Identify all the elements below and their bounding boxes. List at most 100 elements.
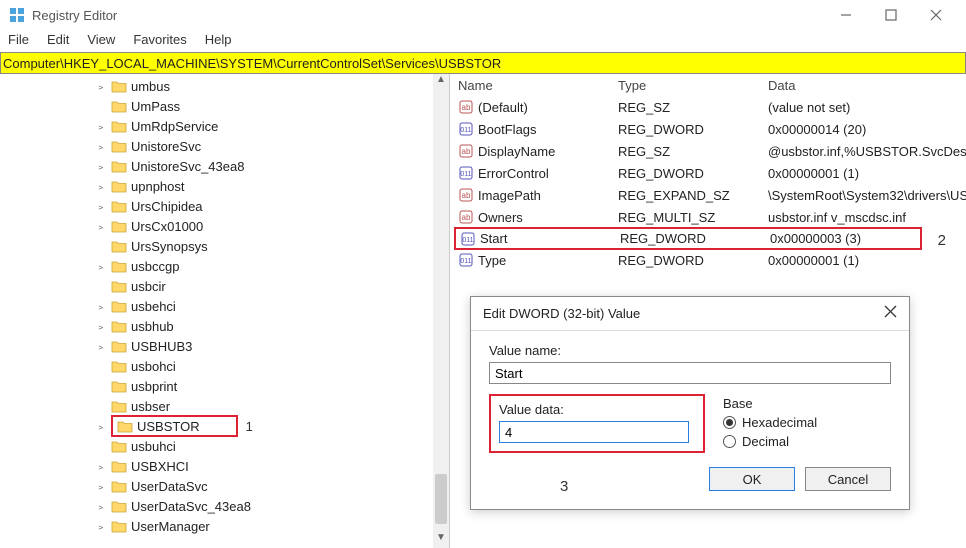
- menu-favorites[interactable]: Favorites: [129, 30, 190, 52]
- tree-item[interactable]: usbcir: [0, 276, 449, 296]
- radio-selected-icon: [723, 416, 736, 429]
- tree-item[interactable]: usbuhci: [0, 436, 449, 456]
- tree-item[interactable]: ﹥USBXHCI: [0, 456, 449, 476]
- tree-item[interactable]: ﹥usbhub: [0, 316, 449, 336]
- value-name-label: Value name:: [489, 343, 891, 358]
- folder-icon: [111, 179, 127, 193]
- expand-icon[interactable]: ﹥: [95, 158, 107, 174]
- tree-item[interactable]: UmPass: [0, 96, 449, 116]
- tree-item[interactable]: ﹥ UserDataSvc_43ea8: [0, 496, 449, 516]
- tree-item[interactable]: usbohci: [0, 356, 449, 376]
- tree-item[interactable]: ﹥upnphost: [0, 176, 449, 196]
- radio-dec[interactable]: Decimal: [723, 434, 891, 449]
- tree-item-label: UrsChipidea: [131, 199, 203, 214]
- expand-icon[interactable]: ﹥: [95, 78, 107, 94]
- folder-icon: [111, 119, 127, 133]
- col-type[interactable]: Type: [618, 78, 768, 93]
- tree-item[interactable]: ﹥USBSTOR1: [0, 416, 449, 436]
- expand-icon[interactable]: ﹥: [95, 118, 107, 134]
- value-data-input[interactable]: [499, 421, 689, 443]
- scroll-thumb[interactable]: [435, 474, 447, 524]
- value-row[interactable]: 011StartREG_DWORD0x00000003 (3): [454, 227, 922, 250]
- expand-icon[interactable]: ﹥: [95, 418, 107, 434]
- value-type: REG_DWORD: [618, 166, 768, 181]
- expand-icon[interactable]: ﹥: [95, 518, 107, 534]
- value-data: usbstor.inf v_mscdsc.inf: [768, 210, 966, 225]
- tree-item[interactable]: UrsSynopsys: [0, 236, 449, 256]
- value-row[interactable]: abDisplayNameREG_SZ@usbstor.inf,%USBSTOR…: [450, 140, 966, 162]
- address-bar[interactable]: Computer\HKEY_LOCAL_MACHINE\SYSTEM\Curre…: [0, 52, 966, 74]
- scroll-up-icon[interactable]: ▲: [433, 74, 449, 90]
- tree-scrollbar[interactable]: ▲ ▼: [433, 74, 449, 548]
- address-text: Computer\HKEY_LOCAL_MACHINE\SYSTEM\Curre…: [3, 56, 501, 71]
- minimize-button[interactable]: [823, 0, 868, 30]
- tree-item[interactable]: usbser: [0, 396, 449, 416]
- value-name-input[interactable]: [489, 362, 891, 384]
- svg-text:ab: ab: [462, 213, 471, 222]
- folder-icon: [111, 379, 127, 393]
- tree-item-label: UmRdpService: [131, 119, 218, 134]
- string-icon: ab: [458, 100, 474, 114]
- tree-item[interactable]: ﹥UrsCx01000: [0, 216, 449, 236]
- expand-icon[interactable]: ﹥: [95, 178, 107, 194]
- expand-icon[interactable]: ﹥: [95, 138, 107, 154]
- folder-icon: [111, 459, 127, 473]
- value-row[interactable]: abImagePathREG_EXPAND_SZ\SystemRoot\Syst…: [450, 184, 966, 206]
- value-type: REG_DWORD: [618, 253, 768, 268]
- cancel-button[interactable]: Cancel: [805, 467, 891, 491]
- tree-item-label: usbohci: [131, 359, 176, 374]
- scroll-down-icon[interactable]: ▼: [433, 532, 449, 548]
- values-header[interactable]: Name Type Data: [450, 74, 966, 96]
- expand-icon[interactable]: ﹥: [95, 498, 107, 514]
- dialog-close-button[interactable]: [884, 305, 897, 323]
- tree-item[interactable]: ﹥UnistoreSvc_43ea8: [0, 156, 449, 176]
- value-name: Start: [480, 231, 620, 246]
- menu-edit[interactable]: Edit: [43, 30, 73, 52]
- tree-item-label: UserDataSvc_43ea8: [131, 499, 251, 514]
- expand-icon[interactable]: ﹥: [95, 258, 107, 274]
- maximize-button[interactable]: [868, 0, 913, 30]
- value-row[interactable]: ab(Default)REG_SZ(value not set): [450, 96, 966, 118]
- expand-icon[interactable]: ﹥: [95, 198, 107, 214]
- close-button[interactable]: [913, 0, 958, 30]
- tree-item-label: usbser: [131, 399, 170, 414]
- tree-item[interactable]: ﹥UserManager: [0, 516, 449, 536]
- folder-icon: [111, 219, 127, 233]
- expand-icon[interactable]: ﹥: [95, 298, 107, 314]
- folder-icon: [111, 299, 127, 313]
- folder-icon: [111, 399, 127, 413]
- tree-item[interactable]: usbprint: [0, 376, 449, 396]
- value-name: ImagePath: [478, 188, 618, 203]
- col-data[interactable]: Data: [768, 78, 966, 93]
- menu-file[interactable]: File: [4, 30, 33, 52]
- binary-icon: 011: [458, 253, 474, 267]
- tree-item[interactable]: ﹥ umbus: [0, 76, 449, 96]
- value-row[interactable]: 011TypeREG_DWORD0x00000001 (1): [450, 249, 966, 271]
- ok-button[interactable]: OK: [709, 467, 795, 491]
- expand-icon[interactable]: ﹥: [95, 318, 107, 334]
- value-data: 0x00000003 (3): [770, 231, 920, 246]
- tree-item[interactable]: ﹥ UrsChipidea: [0, 196, 449, 216]
- tree-item[interactable]: ﹥USBHUB3: [0, 336, 449, 356]
- tree-item[interactable]: ﹥usbccgp: [0, 256, 449, 276]
- value-name: Type: [478, 253, 618, 268]
- col-name[interactable]: Name: [458, 78, 618, 93]
- expand-icon[interactable]: ﹥: [95, 338, 107, 354]
- tree-item[interactable]: ﹥ UmRdpService: [0, 116, 449, 136]
- value-row[interactable]: 011BootFlagsREG_DWORD0x00000014 (20): [450, 118, 966, 140]
- svg-text:011: 011: [460, 258, 471, 265]
- menu-help[interactable]: Help: [201, 30, 236, 52]
- value-row[interactable]: abOwnersREG_MULTI_SZusbstor.inf v_mscdsc…: [450, 206, 966, 228]
- value-row[interactable]: 011ErrorControlREG_DWORD0x00000001 (1): [450, 162, 966, 184]
- tree-item-label: umbus: [131, 79, 170, 94]
- expand-icon[interactable]: ﹥: [95, 478, 107, 494]
- tree-item[interactable]: ﹥usbehci: [0, 296, 449, 316]
- menu-view[interactable]: View: [83, 30, 119, 52]
- value-type: REG_DWORD: [618, 122, 768, 137]
- expand-icon[interactable]: ﹥: [95, 218, 107, 234]
- tree-item[interactable]: ﹥UnistoreSvc: [0, 136, 449, 156]
- expand-icon[interactable]: ﹥: [95, 458, 107, 474]
- tree-item[interactable]: ﹥UserDataSvc: [0, 476, 449, 496]
- folder-icon: [111, 99, 127, 113]
- radio-hex[interactable]: Hexadecimal: [723, 415, 891, 430]
